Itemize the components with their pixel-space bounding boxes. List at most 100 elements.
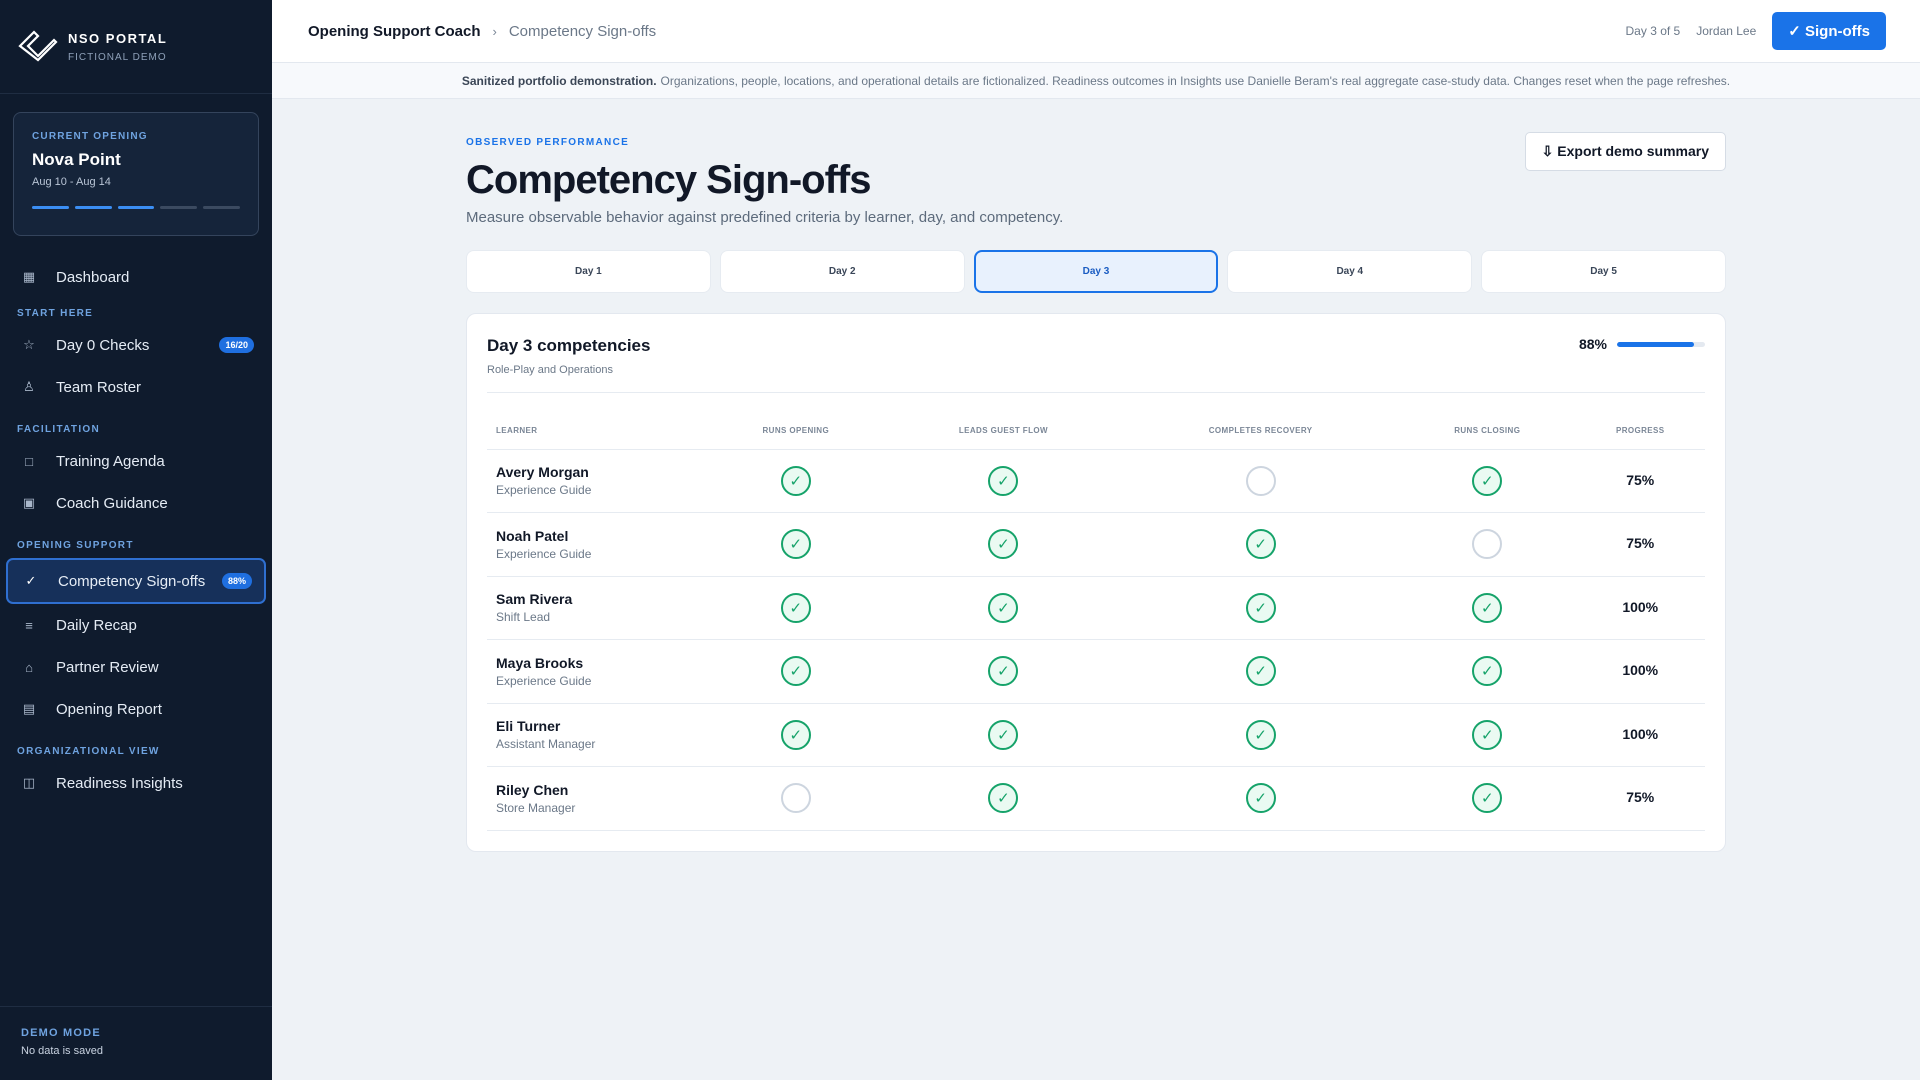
section-opening-support: OPENING SUPPORT [17,539,134,551]
empty-circle-icon[interactable]: ✓ [1245,465,1276,496]
progress-cell: 75% [1575,766,1705,831]
topbar-right: Day 3 of 5 Jordan Lee ✓ Sign-offs [1626,12,1886,50]
checked-circle-icon[interactable]: ✓ [988,465,1019,496]
checked-circle-icon[interactable]: ✓ [1245,783,1276,814]
day-indicator: Day 3 of 5 [1625,24,1681,38]
checked-circle-icon[interactable]: ✓ [780,719,811,750]
sidebar-item-competency-signoffs[interactable]: ✓ Competency Sign-offs 88% [6,558,266,604]
star-icon: ☆ [23,337,35,352]
checked-circle-icon[interactable]: ✓ [780,592,811,623]
checked-circle-icon[interactable]: ✓ [1472,656,1503,687]
checked-circle-icon[interactable]: ✓ [780,656,811,687]
tab-day-4[interactable]: Day 4 [1227,250,1473,293]
check-icon: ✓ [25,573,37,588]
square-icon: □ [25,453,33,469]
opening-dates: Aug 10 - Aug 14 [32,176,111,188]
sidebar-item-partner-review[interactable]: ⌂ Partner Review [0,646,272,688]
sidebar-item-label: Opening Report [56,700,162,718]
signoffs-button[interactable]: ✓ Sign-offs [1772,12,1886,50]
sidebar-item-day0-checks[interactable]: ☆ Day 0 Checks 16/20 [0,324,272,366]
tab-day-1[interactable]: Day 1 [466,250,711,293]
checked-circle-icon[interactable]: ✓ [780,529,811,560]
panel-header: Day 3 competencies Role-Play and Operati… [487,336,1705,393]
panel-progress-value: 88% [1578,336,1607,352]
sidebar-item-training-agenda[interactable]: □ Training Agenda [0,440,272,482]
competency-cell: ✓ [1399,512,1576,577]
learner-cell: Riley Chen Store Manager [487,766,707,831]
competency-table: LEARNER RUNS OPENING LEADS GUEST FLOW COMPL… [487,413,1705,831]
export-summary-button[interactable]: ⇩ Export demo summary [1524,132,1726,171]
checked-circle-icon[interactable]: ✓ [988,719,1019,750]
checked-circle-icon[interactable]: ✓ [1245,529,1276,560]
sidebar-item-label: Daily Recap [56,616,137,634]
checked-circle-icon[interactable]: ✓ [1245,592,1276,623]
table-row: Avery Morgan Experience Guide ✓ ✓ ✓ ✓ 75% [487,449,1705,513]
tab-day-3[interactable]: Day 3 [973,250,1219,293]
breadcrumb-root[interactable]: Opening Support Coach [308,23,481,40]
checked-circle-icon[interactable]: ✓ [1472,783,1503,814]
learner-cell: Avery Morgan Experience Guide [487,449,707,513]
opening-day-segment [74,206,112,209]
column-header: RUNS OPENING [707,413,885,450]
checked-circle-icon[interactable]: ✓ [1472,592,1503,623]
opening-day-segment [117,206,155,209]
checked-circle-icon[interactable]: ✓ [988,592,1019,623]
topbar: Opening Support Coach › Competency Sign-… [272,0,1920,63]
brand-subtitle: FICTIONAL DEMO [68,51,167,63]
progress-cell: 75% [1575,512,1705,577]
sidebar-item-label: Partner Review [56,658,159,676]
tab-day-2[interactable]: Day 2 [719,250,965,293]
checked-circle-icon[interactable]: ✓ [1245,656,1276,687]
table-row: Eli Turner Assistant Manager ✓ ✓ ✓ ✓ 100% [487,703,1705,767]
learner-cell: Noah Patel Experience Guide [487,512,707,577]
tab-day-5[interactable]: Day 5 [1481,250,1726,293]
person-icon: ♙ [23,379,35,394]
learner-cell: Maya Brooks Experience Guide [487,639,707,704]
checked-circle-icon[interactable]: ✓ [780,465,811,496]
opening-day-progress [32,206,240,209]
checked-circle-icon[interactable]: ✓ [1245,719,1276,750]
table-body: Avery MorganExperience Guide ✓ ✓ ✓ ✓ 75% Noah … [487,449,1705,831]
user-name[interactable]: Jordan Lee [1696,24,1756,38]
panel-progress: 88% [1579,336,1705,352]
competency-cell: ✓ [1122,639,1400,704]
sidebar-item-readiness-insights[interactable]: ◫ Readiness Insights [0,762,272,804]
competency-cell: ✓ [884,576,1123,640]
empty-circle-icon[interactable]: ✓ [780,783,811,814]
opening-name: Nova Point [32,150,121,169]
checked-circle-icon[interactable]: ✓ [988,529,1019,560]
table-row: Maya Brooks Experience Guide ✓ ✓ ✓ ✓ 100% [487,639,1705,704]
brand[interactable]: NSO PORTAL FICTIONAL DEMO [0,0,272,94]
empty-circle-icon[interactable]: ✓ [1472,529,1503,560]
sidebar-item-label: Readiness Insights [56,774,183,792]
learner-role: Shift Lead [496,610,551,625]
section-start-here: START HERE [17,307,94,319]
table-row: Sam Rivera Shift Lead ✓ ✓ ✓ ✓ 100% [487,576,1705,640]
checked-circle-icon[interactable]: ✓ [1472,465,1503,496]
day-tabs: Day 1 Day 2 Day 3 Day 4 Day 5 [466,250,1726,293]
panel-title: Day 3 competencies [487,336,651,355]
breadcrumb-current: Competency Sign-offs [508,22,657,40]
sidebar-item-coach-guidance[interactable]: ▣ Coach Guidance [0,482,272,524]
learner-progress: 100% [1622,662,1659,679]
sidebar-item-opening-report[interactable]: ▤ Opening Report [0,688,272,730]
filled-square-icon: ▣ [22,495,36,510]
competency-cell: ✓ [707,766,885,831]
sidebar-item-team-roster[interactable]: ♙ Team Roster [0,366,272,408]
current-opening-card[interactable]: CURRENT OPENING Nova Point Aug 10 - Aug … [13,112,259,236]
signoffs-badge: 88% [221,573,252,589]
demo-mode-footer: DEMO MODE No data is saved [0,1006,272,1080]
competency-cell: ✓ [1122,512,1400,577]
checked-circle-icon[interactable]: ✓ [988,656,1019,687]
checked-circle-icon[interactable]: ✓ [1472,719,1503,750]
competency-cell: ✓ [707,576,885,640]
page-description: Measure observable behavior against pred… [466,209,1064,226]
sidebar-item-daily-recap[interactable]: ≡ Daily Recap [0,604,272,646]
competency-cell: ✓ [1122,449,1400,513]
competency-cell: ✓ [707,449,885,513]
sidebar-item-dashboard[interactable]: ▦ Dashboard [0,256,272,298]
competency-cell: ✓ [884,703,1123,767]
brand-title: NSO PORTAL [68,30,168,46]
column-header: COMPLETES RECOVERY [1122,413,1400,450]
checked-circle-icon[interactable]: ✓ [988,783,1019,814]
